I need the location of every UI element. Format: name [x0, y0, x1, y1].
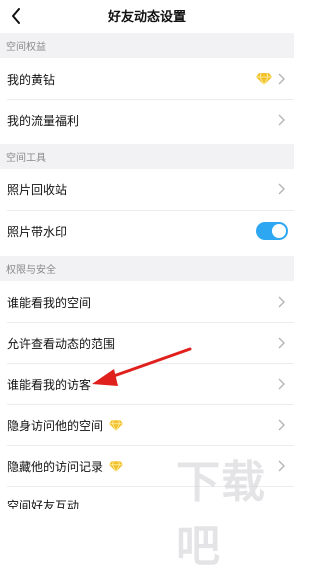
row-label: 隐身访问他的空间 [7, 418, 104, 433]
chevron-right-icon [278, 183, 285, 195]
row-traffic-benefit[interactable]: 我的流量福利 [0, 100, 294, 140]
row-label: 允许查看动态的范围 [7, 336, 116, 351]
chevron-right-icon [278, 73, 285, 85]
chevron-right-icon [278, 419, 285, 431]
yellow-diamond-icon [256, 73, 272, 85]
chevron-right-icon [278, 378, 285, 390]
row-label: 我的流量福利 [7, 113, 80, 128]
row-photo-recycle[interactable]: 照片回收站 [0, 169, 294, 209]
chevron-right-icon [278, 114, 285, 126]
navigation-bar: 好友动态设置 [0, 0, 294, 32]
row-label: 照片回收站 [7, 182, 68, 197]
row-label: 谁能看我的访客 [7, 377, 92, 392]
page-title: 好友动态设置 [107, 10, 186, 25]
yellow-diamond-icon [109, 460, 124, 472]
row-allow-view-range[interactable]: 允许查看动态的范围 [0, 323, 294, 363]
row-label: 我的黄钻 [7, 72, 56, 87]
row-label: 隐藏他的访问记录 [7, 459, 104, 474]
row-label: 空间好友互动 [7, 499, 80, 509]
section-header-space-rights: 空间权益 [0, 33, 294, 58]
chevron-right-icon [278, 296, 285, 308]
yellow-diamond-icon [109, 419, 124, 431]
watermark-logo: 下载吧 [176, 457, 266, 572]
row-invisible-visit[interactable]: 隐身访问他的空间 [0, 405, 294, 445]
row-photo-watermark: 照片带水印 [0, 211, 294, 251]
chevron-right-icon [278, 337, 285, 349]
toggle-knob [272, 224, 286, 238]
row-who-can-see-space[interactable]: 谁能看我的空间 [0, 282, 294, 322]
row-yellow-diamond[interactable]: 我的黄钻 [0, 59, 294, 99]
watermark-toggle[interactable] [256, 222, 288, 240]
row-who-can-see-visitors[interactable]: 谁能看我的访客 [0, 364, 294, 404]
section-header-privacy: 权限与安全 [0, 256, 294, 281]
row-label: 谁能看我的空间 [7, 295, 92, 310]
row-label: 照片带水印 [7, 224, 68, 239]
section-header-space-tools: 空间工具 [0, 144, 294, 169]
